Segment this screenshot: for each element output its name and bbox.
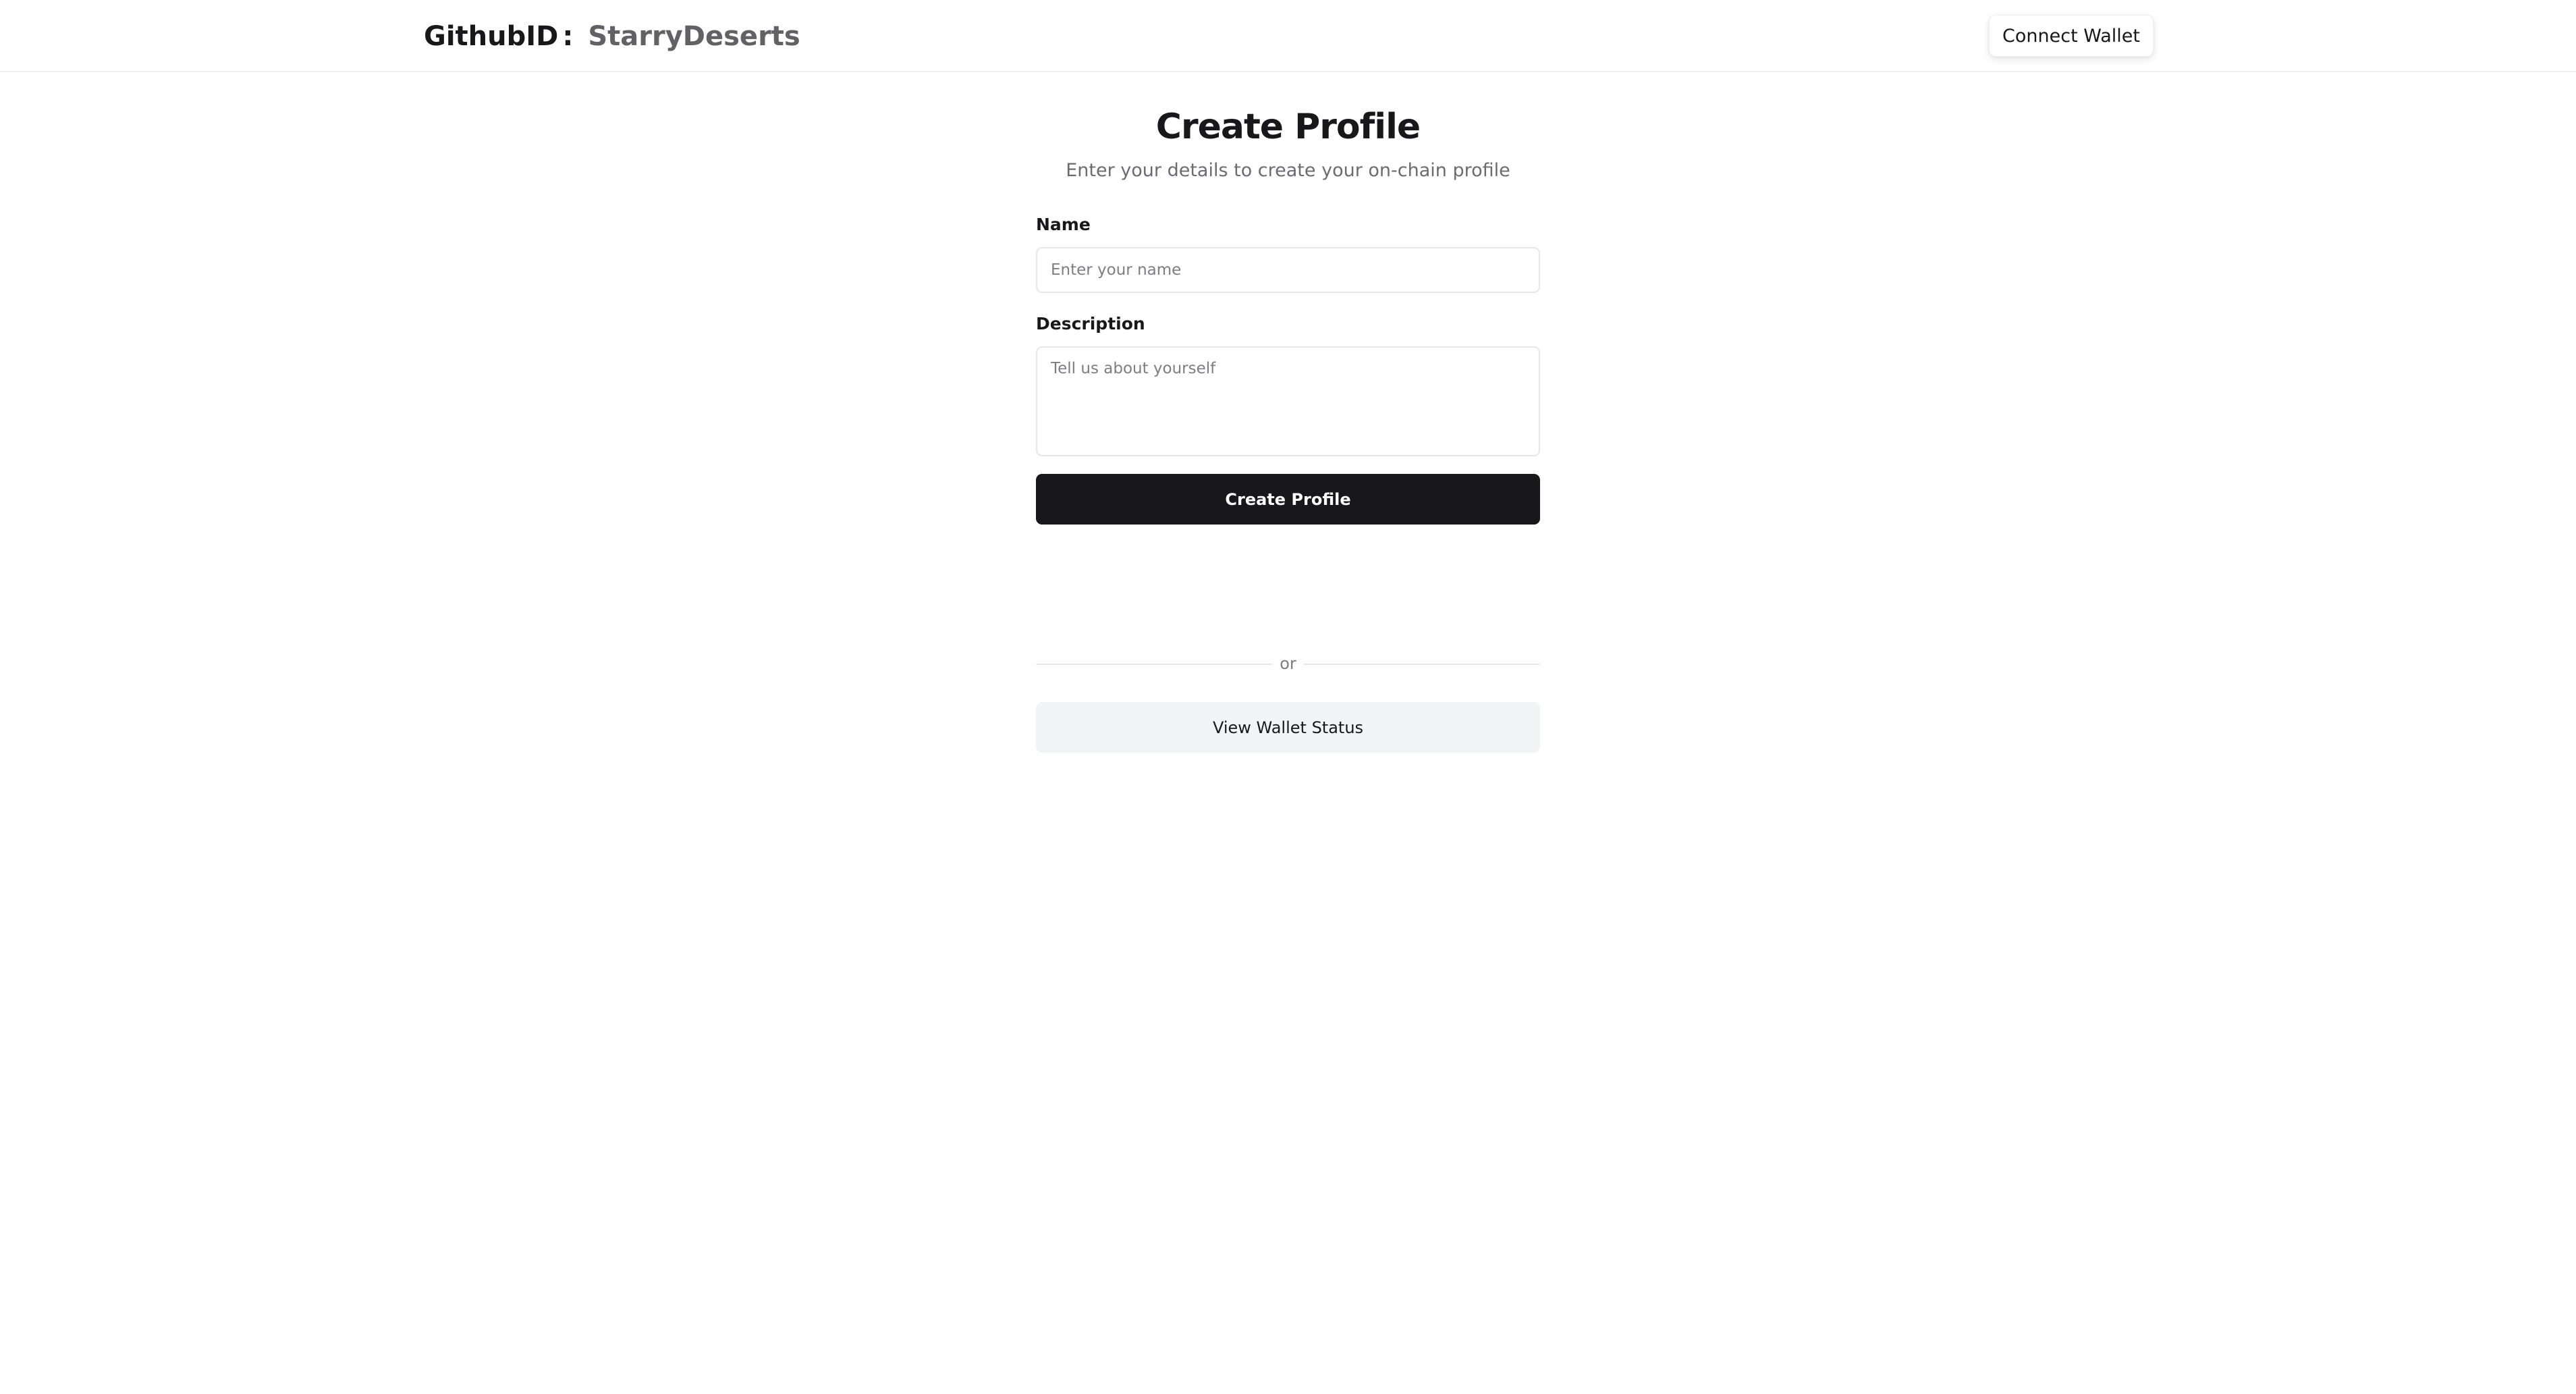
or-divider: or bbox=[1036, 651, 1540, 676]
github-username: StarryDeserts bbox=[588, 21, 800, 52]
name-label: Name bbox=[1036, 215, 1091, 234]
create-profile-button[interactable]: Create Profile bbox=[1036, 474, 1540, 525]
view-wallet-status-button[interactable]: View Wallet Status bbox=[1036, 702, 1540, 753]
connect-wallet-button[interactable]: Connect Wallet bbox=[1989, 15, 2154, 57]
page-title: Create Profile bbox=[1155, 107, 1421, 147]
brand-label: GithubID bbox=[424, 21, 559, 52]
page-subtitle: Enter your details to create your on-cha… bbox=[1066, 160, 1510, 181]
description-label: Description bbox=[1036, 314, 1145, 333]
description-textarea[interactable] bbox=[1036, 346, 1540, 456]
brand-title: GithubID : StarryDeserts bbox=[424, 19, 800, 54]
name-input[interactable] bbox=[1036, 247, 1540, 293]
divider-line-right bbox=[1304, 664, 1540, 665]
brand-separator: : bbox=[562, 21, 574, 52]
top-nav-bar: GithubID : StarryDeserts Connect Wallet bbox=[0, 0, 2576, 72]
